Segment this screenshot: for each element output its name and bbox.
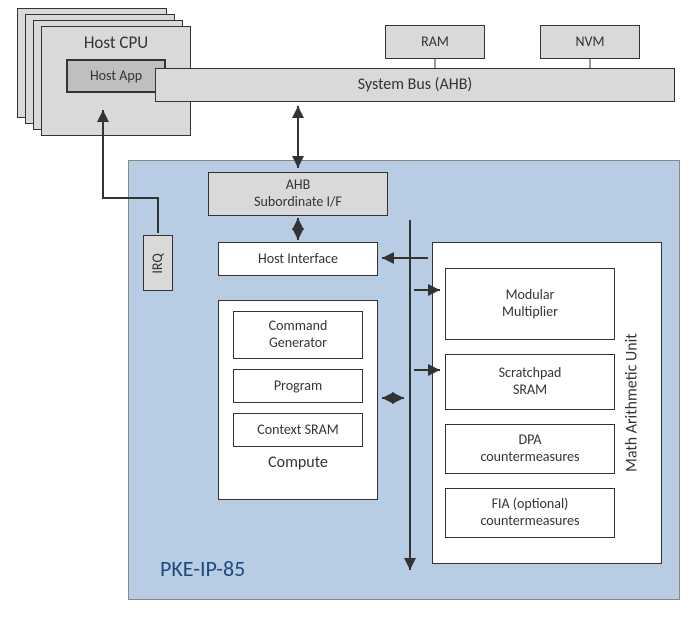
irq-box: IRQ: [143, 235, 173, 291]
nvm-box: NVM: [540, 25, 640, 59]
math-arithmetic-unit-label: Math Arithmetic Unit: [622, 334, 641, 473]
dpa-countermeasures-label: DPA countermeasures: [481, 432, 580, 466]
modular-multiplier-box: Modular Multiplier: [445, 268, 615, 340]
fia-countermeasures-box: FIA (optional) countermeasures: [445, 488, 615, 538]
nvm-label: NVM: [576, 34, 605, 51]
dpa-countermeasures-box: DPA countermeasures: [445, 424, 615, 474]
system-bus-label: System Bus (AHB): [358, 75, 473, 94]
host-app-box: Host App: [66, 59, 166, 93]
compute-label: Compute: [268, 453, 328, 472]
command-generator-label: Command Generator: [269, 318, 328, 352]
ahb-subordinate-if-box: AHB Subordinate I/F: [208, 172, 388, 216]
math-arithmetic-unit-container: Modular Multiplier Scratchpad SRAM DPA c…: [432, 242, 662, 564]
irq-label: IRQ: [150, 253, 167, 273]
context-sram-box: Context SRAM: [233, 413, 363, 447]
modular-multiplier-label: Modular Multiplier: [502, 287, 558, 321]
context-sram-label: Context SRAM: [257, 422, 338, 439]
host-app-label: Host App: [90, 68, 142, 85]
ram-box: RAM: [385, 25, 485, 59]
ahb-subordinate-if-label: AHB Subordinate I/F: [254, 177, 342, 211]
scratchpad-sram-box: Scratchpad SRAM: [445, 354, 615, 410]
system-bus-box: System Bus (AHB): [155, 68, 675, 102]
program-label: Program: [274, 378, 322, 395]
fia-countermeasures-label: FIA (optional) countermeasures: [481, 496, 580, 530]
host-cpu-title: Host CPU: [84, 33, 148, 53]
host-interface-label: Host Interface: [258, 251, 338, 268]
scratchpad-sram-label: Scratchpad SRAM: [499, 365, 562, 399]
command-generator-box: Command Generator: [233, 311, 363, 359]
compute-container: Command Generator Program Context SRAM C…: [218, 300, 378, 500]
pke-ip-label: PKE-IP-85: [160, 555, 245, 582]
host-interface-box: Host Interface: [218, 242, 378, 276]
ram-label: RAM: [421, 34, 449, 51]
program-box: Program: [233, 369, 363, 403]
